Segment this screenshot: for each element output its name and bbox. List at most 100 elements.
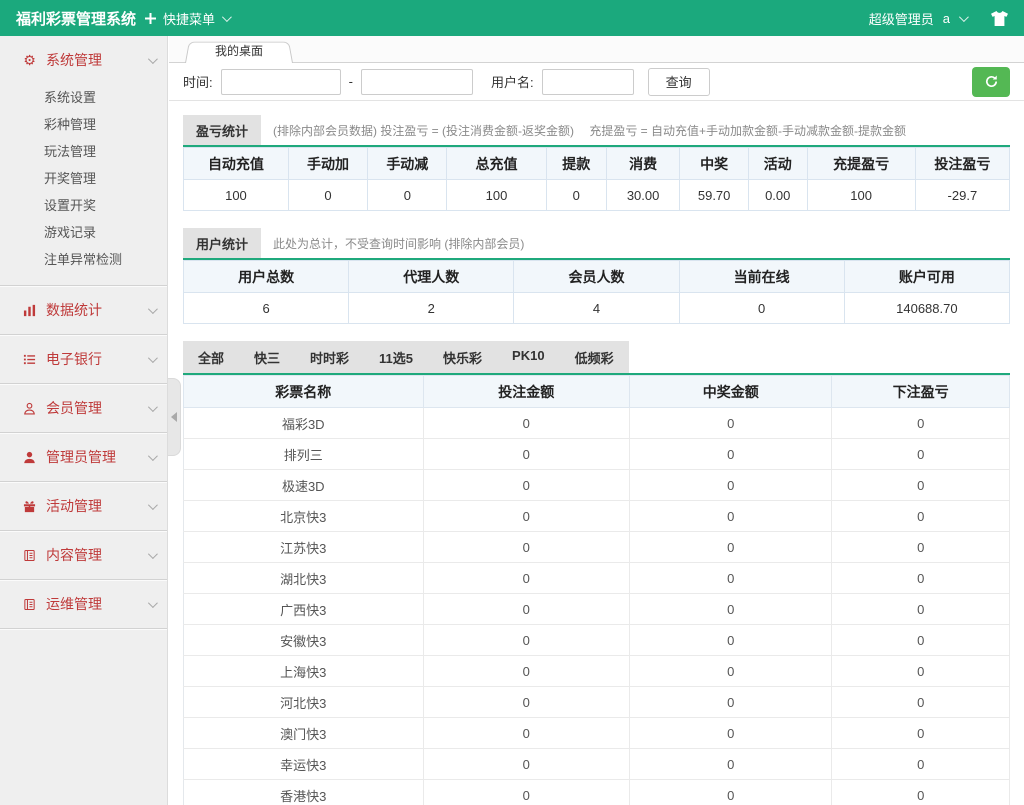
sidebar-group-members: 会员管理 [0, 384, 167, 433]
table-cell: 0 [832, 625, 1010, 656]
table-cell: 0 [832, 687, 1010, 718]
sidebar-item-system-management[interactable]: ⚙ 系统管理 [0, 36, 167, 84]
theme-tshirt-icon[interactable] [991, 11, 1008, 26]
sidebar-item-data-statistics[interactable]: 数据统计 [0, 286, 167, 334]
lottery-table: 彩票名称 投注金额 中奖金额 下注盈亏 福彩3D000 排列三000 极速3D0… [183, 375, 1010, 805]
table-row: 幸运快3000 [184, 749, 1010, 780]
table-cell: 澳门快3 [184, 718, 424, 749]
sidebar-collapse-handle[interactable] [168, 378, 181, 456]
table-cell: 0 [832, 439, 1010, 470]
table-cell: 0 [630, 408, 832, 439]
chevron-down-icon [148, 304, 158, 314]
table-header-row: 彩票名称 投注金额 中奖金额 下注盈亏 [184, 376, 1010, 408]
time-from-input[interactable] [221, 69, 341, 95]
table-cell: 0 [423, 594, 630, 625]
time-to-input[interactable] [361, 69, 473, 95]
table-row: 安徽快3000 [184, 625, 1010, 656]
sidebar-item-draw-management[interactable]: 开奖管理 [0, 165, 167, 192]
sidebar-item-content-management[interactable]: 内容管理 [0, 531, 167, 579]
table-cell: 4 [514, 293, 679, 324]
tab-pk10[interactable]: PK10 [497, 341, 560, 373]
tab-shishicai[interactable]: 时时彩 [295, 341, 364, 373]
sidebar-item-system-settings[interactable]: 系统设置 [0, 84, 167, 111]
sidebar-item-admin-management[interactable]: 管理员管理 [0, 433, 167, 481]
user-stats-table: 用户总数 代理人数 会员人数 当前在线 账户可用 6 2 4 0 140688.… [183, 260, 1010, 324]
table-cell: -29.7 [915, 180, 1009, 211]
table-cell: 0 [423, 687, 630, 718]
lottery-tabs: 全部 快三 时时彩 11选5 快乐彩 PK10 低频彩 [183, 341, 629, 373]
tab-my-desktop[interactable]: 我的桌面 [185, 40, 293, 63]
table-cell: 0 [832, 749, 1010, 780]
table-cell: 排列三 [184, 439, 424, 470]
column-header: 账户可用 [844, 261, 1009, 293]
chevron-down-icon [148, 54, 158, 64]
table-row: 香港快3000 [184, 780, 1010, 805]
table-cell: 0 [630, 439, 832, 470]
table-row: 北京快3000 [184, 501, 1010, 532]
sidebar-item-ops-management[interactable]: 运维管理 [0, 580, 167, 628]
table-cell: 0 [423, 656, 630, 687]
list-icon [22, 353, 37, 366]
sidebar-item-member-management[interactable]: 会员管理 [0, 384, 167, 432]
plus-icon [145, 13, 156, 24]
tab-all[interactable]: 全部 [183, 341, 239, 373]
username-input[interactable] [542, 69, 634, 95]
column-header: 自动充值 [184, 148, 289, 180]
table-row: 排列三000 [184, 439, 1010, 470]
quick-menu-button[interactable]: 快捷菜单 [145, 9, 229, 28]
sidebar-item-lottery-type[interactable]: 彩种管理 [0, 111, 167, 138]
refresh-icon [984, 74, 999, 89]
sidebar-group-ebank: 电子银行 [0, 335, 167, 384]
column-header: 手动减 [368, 148, 447, 180]
table-cell: 0 [832, 594, 1010, 625]
username-label: 用户名: [491, 72, 534, 91]
table-cell: 香港快3 [184, 780, 424, 805]
table-cell: 0 [423, 563, 630, 594]
table-cell: 100 [184, 180, 289, 211]
tab-kuaisan[interactable]: 快三 [239, 341, 295, 373]
chevron-down-icon [148, 598, 158, 608]
table-cell: 0 [423, 408, 630, 439]
sidebar-group-statistics: 数据统计 [0, 286, 167, 335]
refresh-button[interactable] [972, 67, 1010, 97]
sidebar-item-set-draw[interactable]: 设置开奖 [0, 192, 167, 219]
table-row: 河北快3000 [184, 687, 1010, 718]
gear-icon: ⚙ [22, 53, 37, 67]
table-cell: 福彩3D [184, 408, 424, 439]
sidebar-item-activity-management[interactable]: 活动管理 [0, 482, 167, 530]
sidebar-item-game-records[interactable]: 游戏记录 [0, 219, 167, 246]
content-icon [22, 549, 37, 562]
table-cell: 0 [630, 780, 832, 805]
column-header: 中奖 [680, 148, 749, 180]
tab-dipincai[interactable]: 低频彩 [560, 341, 629, 373]
table-row: 极速3D000 [184, 470, 1010, 501]
table-cell: 0 [423, 439, 630, 470]
table-cell: 0 [832, 501, 1010, 532]
user-menu[interactable]: 超级管理员 a [869, 9, 1008, 28]
table-cell: 河北快3 [184, 687, 424, 718]
table-cell: 0 [288, 180, 367, 211]
user-section-title: 用户统计 [183, 228, 261, 258]
table-cell: 0 [630, 625, 832, 656]
table-cell: 0 [630, 718, 832, 749]
chevron-down-icon [148, 500, 158, 510]
tab-11xuan5[interactable]: 11选5 [364, 341, 428, 373]
column-header: 彩票名称 [184, 376, 424, 408]
username-label: a [943, 11, 950, 26]
top-bar: 福利彩票管理系统 快捷菜单 超级管理员 a [0, 0, 1024, 36]
table-cell: 极速3D [184, 470, 424, 501]
sidebar-item-electronic-bank[interactable]: 电子银行 [0, 335, 167, 383]
table-cell: 0 [630, 470, 832, 501]
range-separator: - [349, 74, 353, 89]
tab-kuailecai[interactable]: 快乐彩 [428, 341, 497, 373]
table-cell: 0 [832, 470, 1010, 501]
table-cell: 0 [630, 563, 832, 594]
table-cell: 0 [423, 780, 630, 805]
lottery-tab-row: 全部 快三 时时彩 11选5 快乐彩 PK10 低频彩 [183, 341, 1010, 375]
sidebar-item-play-management[interactable]: 玩法管理 [0, 138, 167, 165]
sidebar-item-abnormal-bet-check[interactable]: 注单异常检测 [0, 246, 167, 273]
sidebar-group-activities: 活动管理 [0, 482, 167, 531]
query-button[interactable]: 查询 [648, 68, 710, 96]
sidebar-group-label: 管理员管理 [46, 447, 116, 467]
sidebar-group-label: 内容管理 [46, 545, 102, 565]
